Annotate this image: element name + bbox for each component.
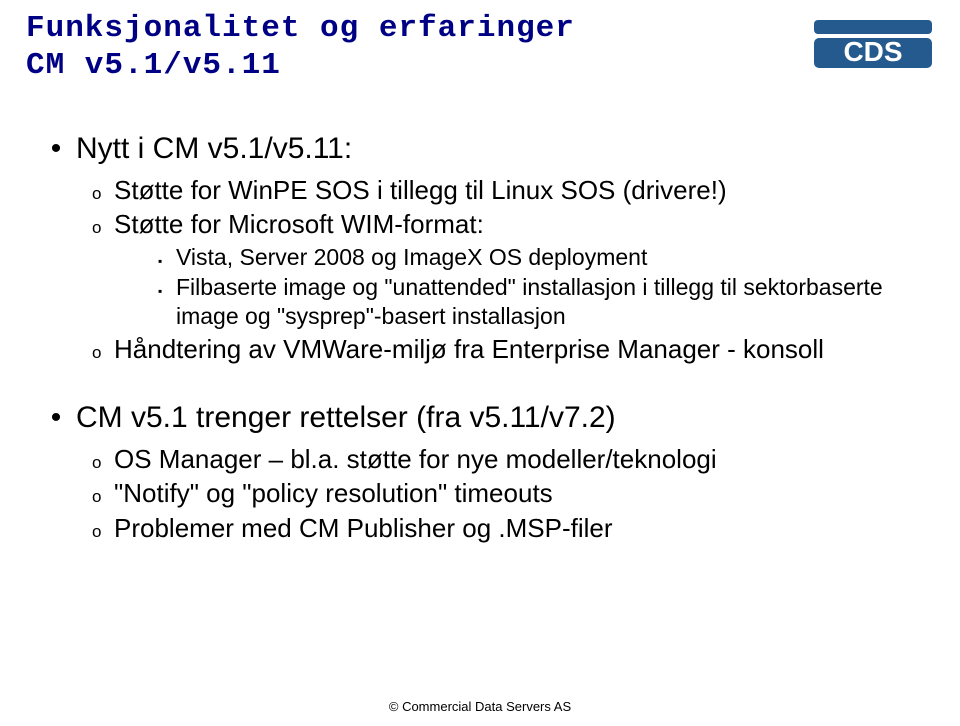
o-bullet-icon: o xyxy=(92,454,106,471)
square-bullet-icon: ▪ xyxy=(158,285,168,297)
l3-text: Vista, Server 2008 og ImageX OS deployme… xyxy=(176,243,647,272)
bullet-group-1: • Nytt i CM v5.1/v5.11: o Støtte for Win… xyxy=(46,130,920,365)
disc-bullet-icon: • xyxy=(46,403,66,433)
l2-item: o Støtte for Microsoft WIM-format: xyxy=(92,208,920,241)
o-bullet-icon: o xyxy=(92,523,106,540)
content: • Nytt i CM v5.1/v5.11: o Støtte for Win… xyxy=(46,130,920,578)
bullet-group-2: • CM v5.1 trenger rettelser (fra v5.11/v… xyxy=(46,399,920,544)
l2-text: "Notify" og "policy resolution" timeouts xyxy=(114,477,553,510)
cds-logo: CDS xyxy=(814,18,932,73)
l3-text: Filbaserte image og "unattended" install… xyxy=(176,273,920,331)
o-bullet-icon: o xyxy=(92,344,106,361)
l2-text: OS Manager – bl.a. støtte for nye modell… xyxy=(114,443,717,476)
svg-text:CDS: CDS xyxy=(843,36,902,67)
l3-item: ▪ Vista, Server 2008 og ImageX OS deploy… xyxy=(158,243,920,272)
o-bullet-icon: o xyxy=(92,488,106,505)
footer-copyright: © Commercial Data Servers AS xyxy=(0,699,960,714)
slide: CDS Funksjonalitet og erfaringer CM v5.1… xyxy=(0,0,960,726)
o-bullet-icon: o xyxy=(92,185,106,202)
l2-item: o Støtte for WinPE SOS i tillegg til Lin… xyxy=(92,174,920,207)
l1-item: • CM v5.1 trenger rettelser (fra v5.11/v… xyxy=(46,399,920,437)
l2-item: o Problemer med CM Publisher og .MSP-fil… xyxy=(92,512,920,545)
o-bullet-icon: o xyxy=(92,219,106,236)
l2-item: o OS Manager – bl.a. støtte for nye mode… xyxy=(92,443,920,476)
square-bullet-icon: ▪ xyxy=(158,255,168,267)
disc-bullet-icon: • xyxy=(46,134,66,164)
l2-text: Håndtering av VMWare-miljø fra Enterpris… xyxy=(114,333,824,366)
l2-text: Støtte for WinPE SOS i tillegg til Linux… xyxy=(114,174,727,207)
title-line-2: CM v5.1/v5.11 xyxy=(26,47,790,84)
l1-item: • Nytt i CM v5.1/v5.11: xyxy=(46,130,920,168)
l2-item: o Håndtering av VMWare-miljø fra Enterpr… xyxy=(92,333,920,366)
l2-item: o "Notify" og "policy resolution" timeou… xyxy=(92,477,920,510)
title-line-1: Funksjonalitet og erfaringer xyxy=(26,10,790,47)
l3-item: ▪ Filbaserte image og "unattended" insta… xyxy=(158,273,920,331)
l1-text: CM v5.1 trenger rettelser (fra v5.11/v7.… xyxy=(76,399,616,437)
l2-text: Støtte for Microsoft WIM-format: xyxy=(114,208,484,241)
l1-text: Nytt i CM v5.1/v5.11: xyxy=(76,130,352,168)
l2-text: Problemer med CM Publisher og .MSP-filer xyxy=(114,512,613,545)
title-block: Funksjonalitet og erfaringer CM v5.1/v5.… xyxy=(26,10,790,84)
